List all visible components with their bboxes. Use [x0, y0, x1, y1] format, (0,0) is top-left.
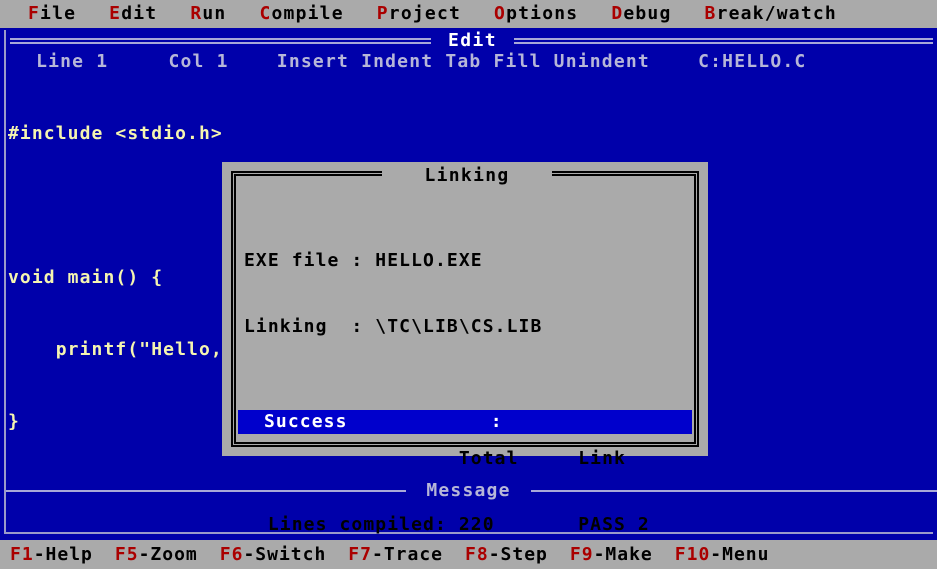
- fn-key-label-f1: F1: [10, 544, 34, 565]
- fn-key-text-f6: -Switch: [243, 544, 327, 565]
- menu-label-debug: ebug: [623, 3, 672, 24]
- menu-hotkey-edit: E: [109, 3, 122, 24]
- menu-label-compile: ompile: [271, 3, 344, 24]
- dialog-line-linking: Linking : \TC\LIB\CS.LIB: [244, 316, 543, 337]
- menu-item-edit[interactable]: Edit: [109, 0, 157, 28]
- menu-item-breakwatch[interactable]: Break/watch: [705, 0, 837, 28]
- function-key-bar: F1-Help F5-Zoom F6-Switch F7-Trace F8-St…: [0, 540, 937, 569]
- fn-key-label-f7: F7: [348, 544, 372, 565]
- menu-item-run[interactable]: Run: [190, 0, 226, 28]
- fn-key-f10-menu[interactable]: F10-Menu: [675, 540, 770, 569]
- menu-item-file[interactable]: File: [28, 0, 76, 28]
- dialog-spacer: [244, 382, 688, 404]
- fn-key-f9-make[interactable]: F9-Make: [570, 540, 653, 569]
- menu-label-options: ptions: [506, 3, 579, 24]
- menu-label-project: roject: [388, 3, 462, 24]
- fn-key-label-f10: F10: [674, 544, 711, 565]
- menu-hotkey-options: O: [494, 3, 507, 24]
- menu-hotkey-run: R: [190, 3, 203, 24]
- fn-key-label-f8: F8: [465, 544, 489, 565]
- fn-key-f1-help[interactable]: F1-Help: [10, 540, 93, 569]
- fn-key-text-f10: -Menu: [710, 544, 770, 565]
- menu-hotkey-project: P: [376, 3, 389, 24]
- fn-key-label-f6: F6: [219, 544, 244, 565]
- menu-label-file: ile: [40, 3, 77, 24]
- edit-window-titlebar: Edit: [4, 30, 933, 51]
- dialog-table-header: Total Link: [244, 448, 626, 469]
- edit-window-title: Edit: [448, 30, 497, 51]
- editor-status-line: Line 1 Col 1 Insert Indent Tab Fill Unin…: [12, 51, 807, 72]
- dialog-status-success-bar: Success :: [238, 410, 692, 434]
- dialog-title: Linking: [424, 165, 510, 186]
- menu-bar: File Edit Run Compile Project Options De…: [0, 0, 937, 28]
- code-line: #include <stdio.h>: [8, 123, 223, 144]
- menu-item-compile[interactable]: Compile: [259, 0, 343, 28]
- fn-key-text-f5: -Zoom: [138, 544, 198, 565]
- menu-item-options[interactable]: Options: [494, 0, 578, 28]
- fn-key-f7-trace[interactable]: F7-Trace: [348, 540, 443, 569]
- menu-hotkey-debug: D: [611, 3, 624, 24]
- fn-key-f5-zoom[interactable]: F5-Zoom: [115, 540, 198, 569]
- menu-item-debug[interactable]: Debug: [611, 0, 671, 28]
- menu-label-edit: dit: [121, 3, 158, 24]
- fn-key-f8-step[interactable]: F8-Step: [465, 540, 548, 569]
- titlebar-rule-left: [10, 38, 431, 44]
- titlebar-rule-right: [514, 38, 933, 44]
- dialog-body: EXE file : HELLO.EXE Linking : \TC\LIB\C…: [244, 206, 688, 569]
- fn-key-label-f9: F9: [569, 544, 594, 565]
- fn-key-text-f9: -Make: [593, 544, 653, 565]
- menu-hotkey-file: F: [28, 3, 41, 24]
- menu-label-breakwatch: reak/watch: [716, 3, 837, 24]
- menu-label-run: un: [202, 3, 227, 24]
- dialog-line-exe-file: EXE file : HELLO.EXE: [244, 250, 483, 271]
- linking-dialog[interactable]: Linking EXE file : HELLO.EXE Linking : \…: [222, 162, 708, 535]
- menu-item-project[interactable]: Project: [377, 0, 461, 28]
- menu-hotkey-breakwatch: B: [704, 3, 717, 24]
- fn-key-text-f8: -Step: [488, 544, 548, 565]
- dos-ide-screen: File Edit Run Compile Project Options De…: [0, 0, 937, 569]
- fn-key-text-f7: -Trace: [371, 544, 444, 565]
- fn-key-f6-switch[interactable]: F6-Switch: [220, 540, 327, 569]
- menu-hotkey-compile: C: [259, 3, 272, 24]
- fn-key-text-f1: -Help: [33, 544, 93, 565]
- fn-key-label-f5: F5: [114, 544, 139, 565]
- dialog-table-row-lines-compiled: Lines compiled: 220 PASS 2: [244, 514, 650, 535]
